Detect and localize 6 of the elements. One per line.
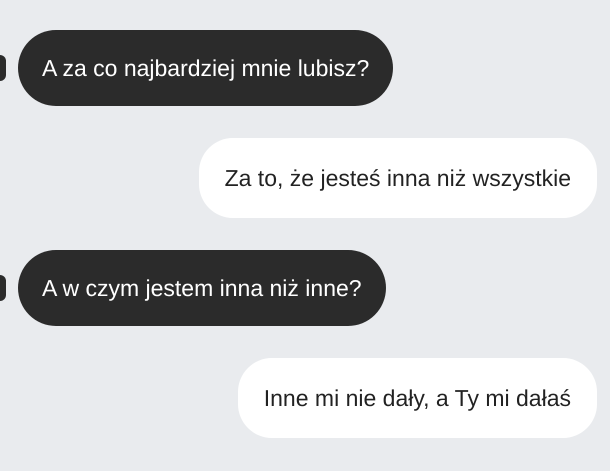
- avatar: [0, 275, 6, 301]
- message-bubble: Inne mi nie dały, a Ty mi dałaś: [238, 358, 597, 438]
- avatar: [0, 55, 6, 81]
- message-bubble: A w czym jestem inna niż inne?: [18, 250, 386, 326]
- message-bubble: Za to, że jesteś inna niż wszystkie: [198, 138, 597, 218]
- message-bubble: A za co najbardziej mnie lubisz?: [18, 30, 394, 106]
